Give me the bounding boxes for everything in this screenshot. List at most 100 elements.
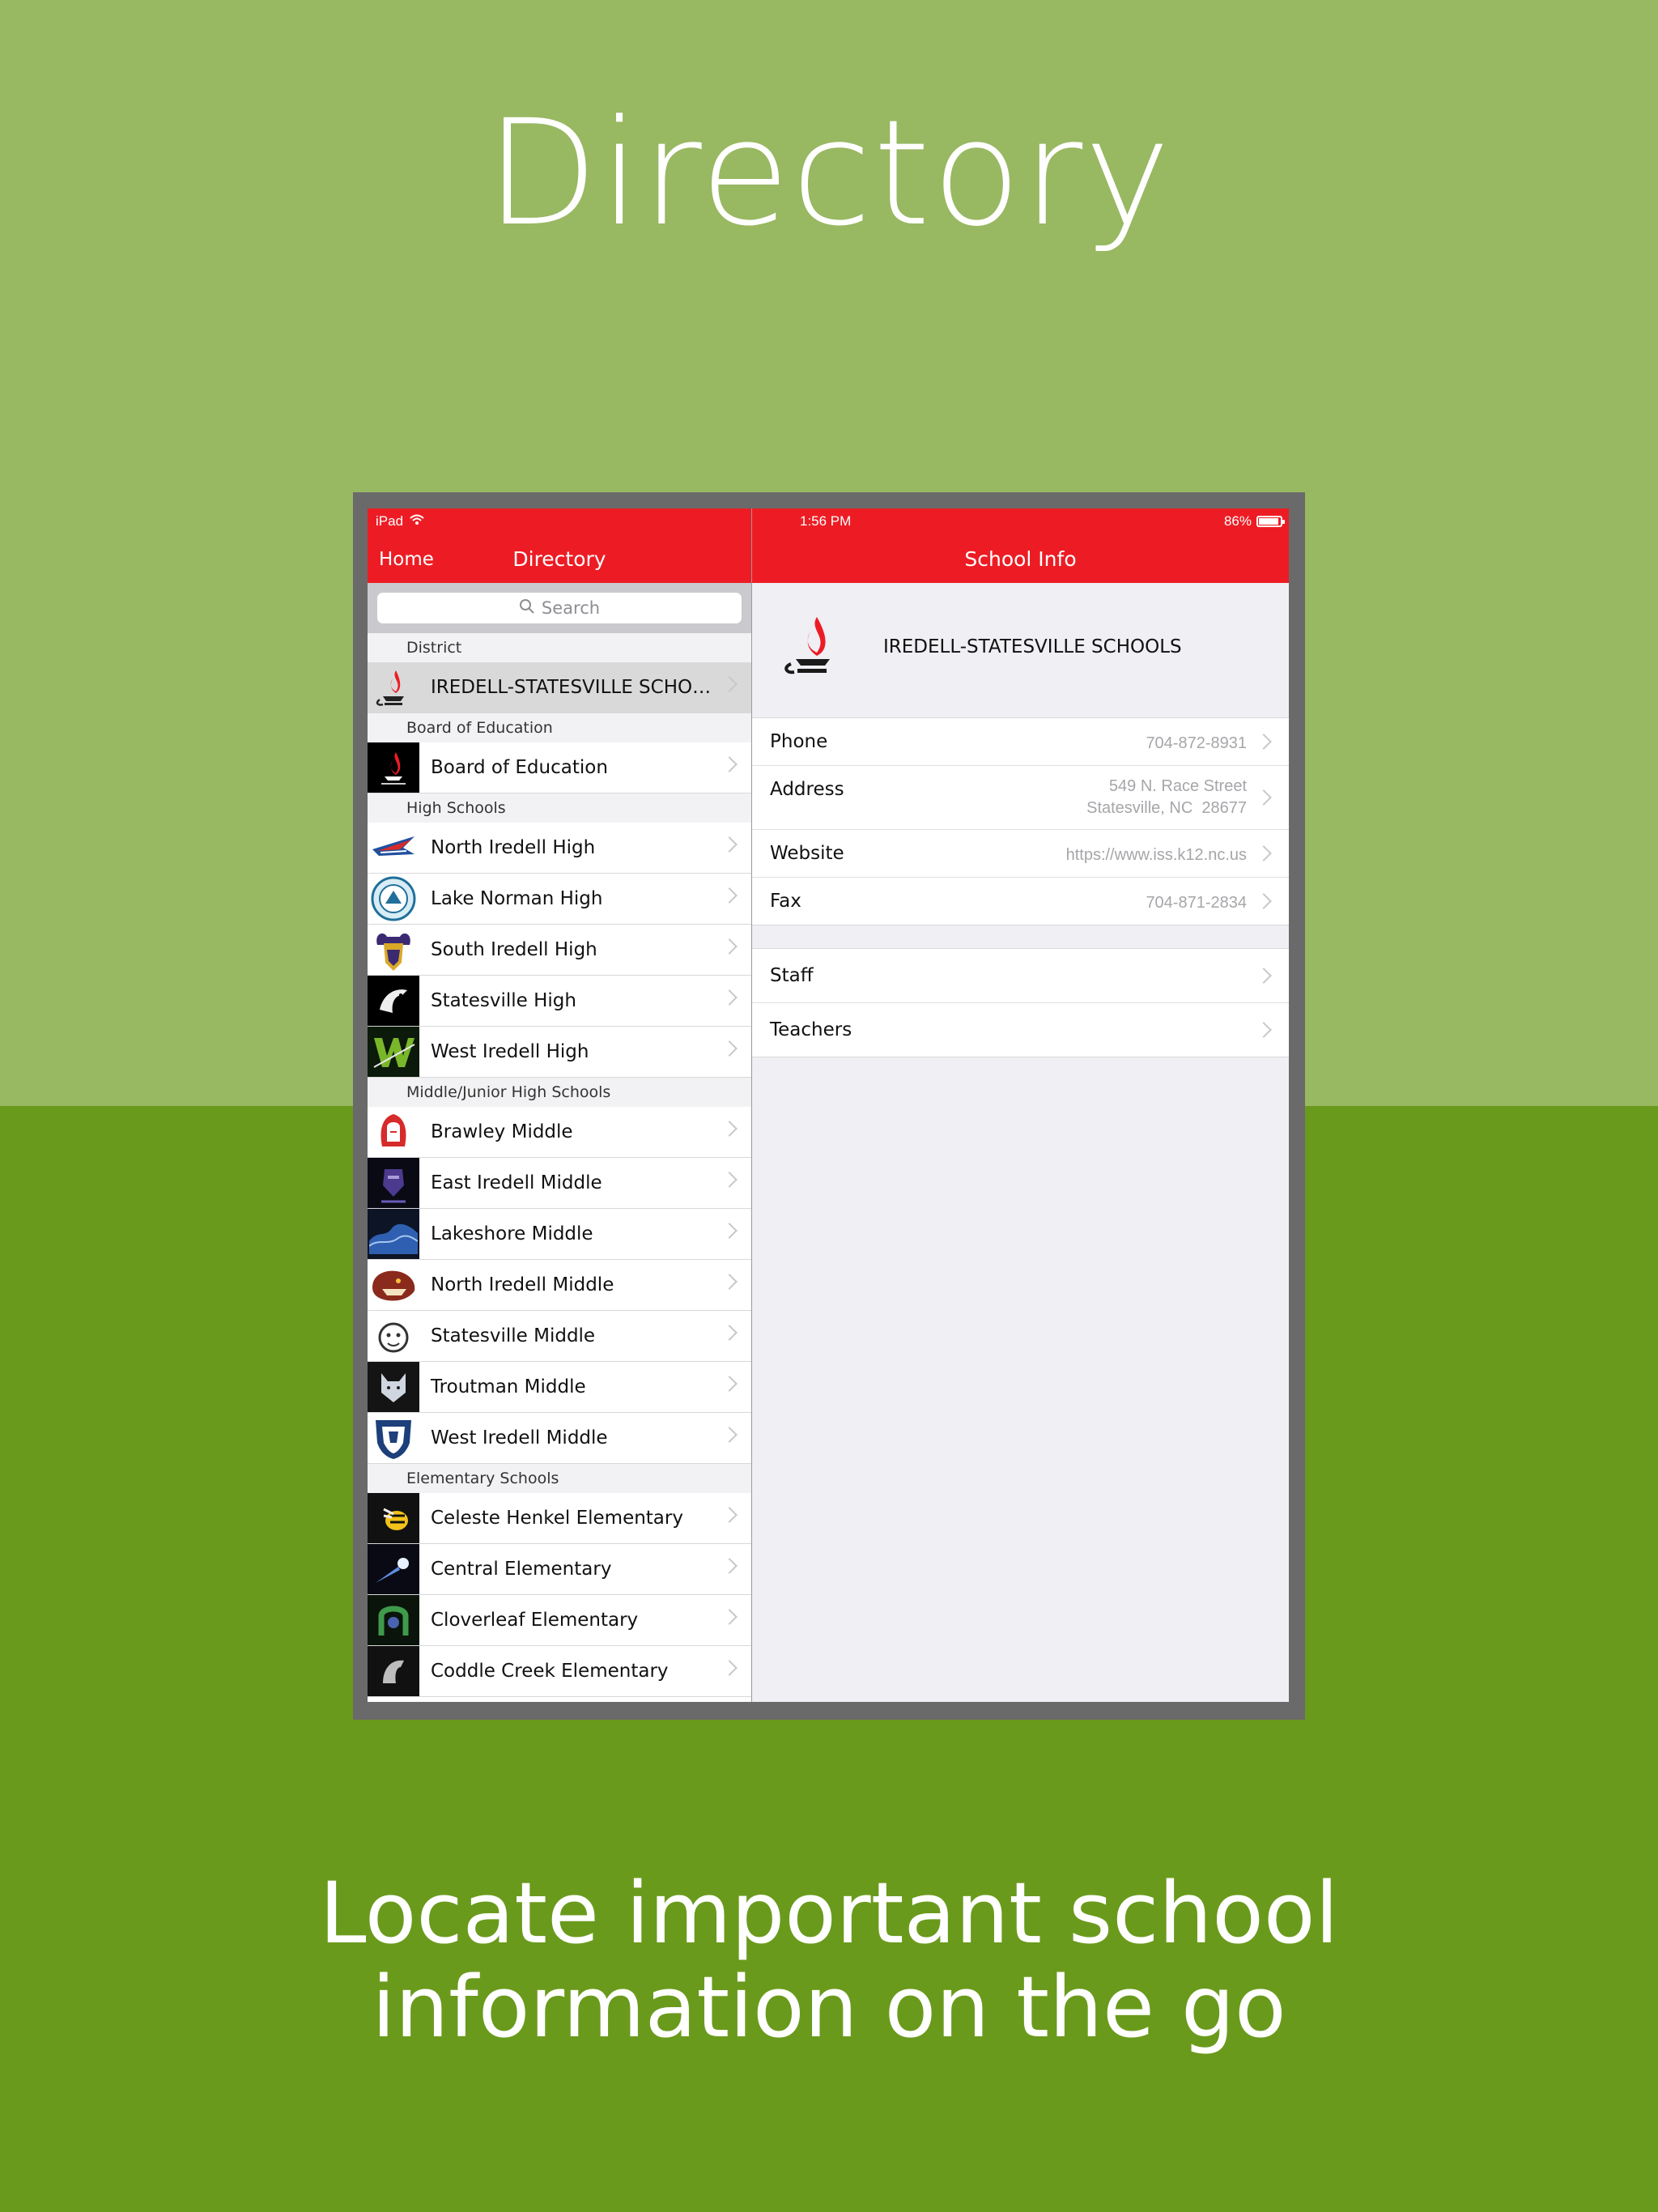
address-label: Address <box>770 779 844 800</box>
list-item-label: North Iredell High <box>431 837 596 858</box>
chevron-right-icon <box>1256 789 1272 806</box>
address-line-2: Statesville, NC 28677 <box>1086 799 1247 817</box>
list-item-cloverleaf-elementary[interactable]: Cloverleaf Elementary <box>368 1595 751 1646</box>
list-item-label: Coddle Creek Elementary <box>431 1661 669 1682</box>
list-item-label: Lake Norman High <box>431 888 603 909</box>
list-item-troutman-middle[interactable]: Troutman Middle <box>368 1362 751 1413</box>
bulldog-icon <box>368 1311 419 1361</box>
list-item-west-iredell-high[interactable]: West Iredell High <box>368 1027 751 1078</box>
wildcat-icon <box>368 874 419 924</box>
phone-value: 704-872-8931 <box>1146 734 1247 752</box>
list-item-label: East Iredell Middle <box>431 1172 602 1193</box>
greyhound-icon <box>368 976 419 1026</box>
warrior-icon <box>368 1027 419 1077</box>
list-item-label: IREDELL-STATESVILLE SCHOOLS <box>431 677 729 698</box>
address-value: 549 N. Race Street Statesville, NC 28677 <box>1086 776 1247 819</box>
battery-icon <box>1256 516 1285 527</box>
phone-label: Phone <box>770 731 828 752</box>
status-time: 1:56 PM <box>800 513 852 529</box>
website-label: Website <box>770 843 844 864</box>
fax-label: Fax <box>770 891 801 912</box>
section-middle-schools: Middle/Junior High Schools Brawley Middl… <box>368 1078 751 1464</box>
list-item-label: Statesville Middle <box>431 1325 596 1346</box>
chevron-right-icon <box>1256 734 1272 750</box>
list-item-board-of-education[interactable]: Board of Education <box>368 742 751 793</box>
search-input[interactable]: Search <box>377 593 742 623</box>
detail-nav-bar: School Info <box>752 536 1289 583</box>
website-row[interactable]: Website https://www.iss.k12.nc.us <box>752 830 1289 878</box>
comet-icon <box>368 1544 419 1594</box>
viking-icon <box>368 925 419 975</box>
device-label: iPad <box>376 513 404 529</box>
tagline-line-1: Locate important school <box>319 1864 1339 1963</box>
list-item-label: West Iredell Middle <box>431 1427 608 1448</box>
list-item-lakeshore-middle[interactable]: Lakeshore Middle <box>368 1209 751 1260</box>
master-nav-bar: Directory Home <box>368 536 751 583</box>
phone-row[interactable]: Phone 704-872-8931 <box>752 718 1289 766</box>
list-item-label: Celeste Henkel Elementary <box>431 1508 683 1529</box>
section-elementary-schools: Elementary Schools Celeste Henkel Elemen… <box>368 1464 751 1697</box>
list-item-coddle-creek-elementary[interactable]: Coddle Creek Elementary <box>368 1646 751 1697</box>
promo-tagline: Locate important school information on t… <box>0 1866 1658 2054</box>
list-item-central-elementary[interactable]: Central Elementary <box>368 1544 751 1595</box>
list-item-label: South Iredell High <box>431 939 597 960</box>
people-group: Staff Teachers <box>752 948 1289 1057</box>
list-item-north-iredell-middle[interactable]: North Iredell Middle <box>368 1260 751 1311</box>
split-divider <box>751 508 752 1702</box>
section-high-schools: High Schools North Iredell High Lake Nor… <box>368 793 751 1078</box>
list-item-label: Troutman Middle <box>431 1376 586 1397</box>
list-item-label: Cloverleaf Elementary <box>431 1610 639 1631</box>
list-item-south-iredell-high[interactable]: South Iredell High <box>368 925 751 976</box>
list-item-label: West Iredell High <box>431 1041 589 1062</box>
school-header: IREDELL-STATESVILLE SCHOOLS <box>752 583 1289 717</box>
flame-lamp-icon <box>781 614 843 682</box>
wifi-icon <box>410 513 424 530</box>
address-row[interactable]: Address 549 N. Race Street Statesville, … <box>752 766 1289 830</box>
list-item-statesville-middle[interactable]: Statesville Middle <box>368 1311 751 1362</box>
list-item-label: Statesville High <box>431 990 576 1011</box>
list-item-lake-norman-high[interactable]: Lake Norman High <box>368 874 751 925</box>
search-bar: Search <box>368 583 751 633</box>
list-item-iredell-statesville[interactable]: IREDELL-STATESVILLE SCHOOLS <box>368 662 751 713</box>
battery-percent: 86% <box>1223 513 1252 529</box>
section-header: High Schools <box>368 793 751 823</box>
shield-icon <box>368 1413 419 1463</box>
section-header: District <box>368 633 751 662</box>
horseshoe-icon <box>368 1595 419 1645</box>
list-item-celeste-henkel-elementary[interactable]: Celeste Henkel Elementary <box>368 1493 751 1544</box>
tagline-line-2: information on the go <box>372 1958 1286 2057</box>
directory-list[interactable]: Search District IREDELL-STATESVILLE SCHO… <box>368 583 751 1702</box>
list-item-label: Board of Education <box>431 757 608 778</box>
school-info-nav-title: School Info <box>964 547 1077 571</box>
list-item-label: North Iredell Middle <box>431 1274 614 1295</box>
home-button[interactable]: Home <box>379 549 434 570</box>
school-name: IREDELL-STATESVILLE SCHOOLS <box>883 636 1182 657</box>
section-district: District IREDELL-STATESVILLE SCHOOLS <box>368 633 751 713</box>
section-header: Board of Education <box>368 713 751 742</box>
list-item-label: Brawley Middle <box>431 1121 573 1142</box>
indian-head-icon <box>368 1107 419 1157</box>
list-item-north-iredell-high[interactable]: North Iredell High <box>368 823 751 874</box>
list-item-label: Lakeshore Middle <box>431 1223 593 1244</box>
teachers-row[interactable]: Teachers <box>752 1003 1289 1057</box>
search-icon <box>519 598 535 619</box>
staff-row[interactable]: Staff <box>752 949 1289 1003</box>
address-line-1: 549 N. Race Street <box>1108 777 1247 795</box>
list-item-statesville-high[interactable]: Statesville High <box>368 976 751 1027</box>
ipad-screen: iPad 1:56 PM 86% Directory Home School I… <box>368 508 1289 1702</box>
list-item-east-iredell-middle[interactable]: East Iredell Middle <box>368 1158 751 1209</box>
section-board: Board of Education Board of Education <box>368 713 751 793</box>
knight-icon <box>368 1158 419 1208</box>
mustang-icon <box>368 1646 419 1696</box>
fax-row[interactable]: Fax 704-871-2834 <box>752 878 1289 925</box>
contact-info-group: Phone 704-872-8931 Address 549 N. Race S… <box>752 717 1289 925</box>
list-item-west-iredell-middle[interactable]: West Iredell Middle <box>368 1413 751 1464</box>
list-item-label: Central Elementary <box>431 1559 612 1580</box>
status-bar: iPad 1:56 PM 86% <box>368 508 1289 536</box>
section-header: Elementary Schools <box>368 1464 751 1493</box>
list-item-brawley-middle[interactable]: Brawley Middle <box>368 1107 751 1158</box>
search-placeholder: Search <box>541 598 601 618</box>
chevron-right-icon <box>1256 893 1272 909</box>
hornet-icon <box>368 1493 419 1543</box>
